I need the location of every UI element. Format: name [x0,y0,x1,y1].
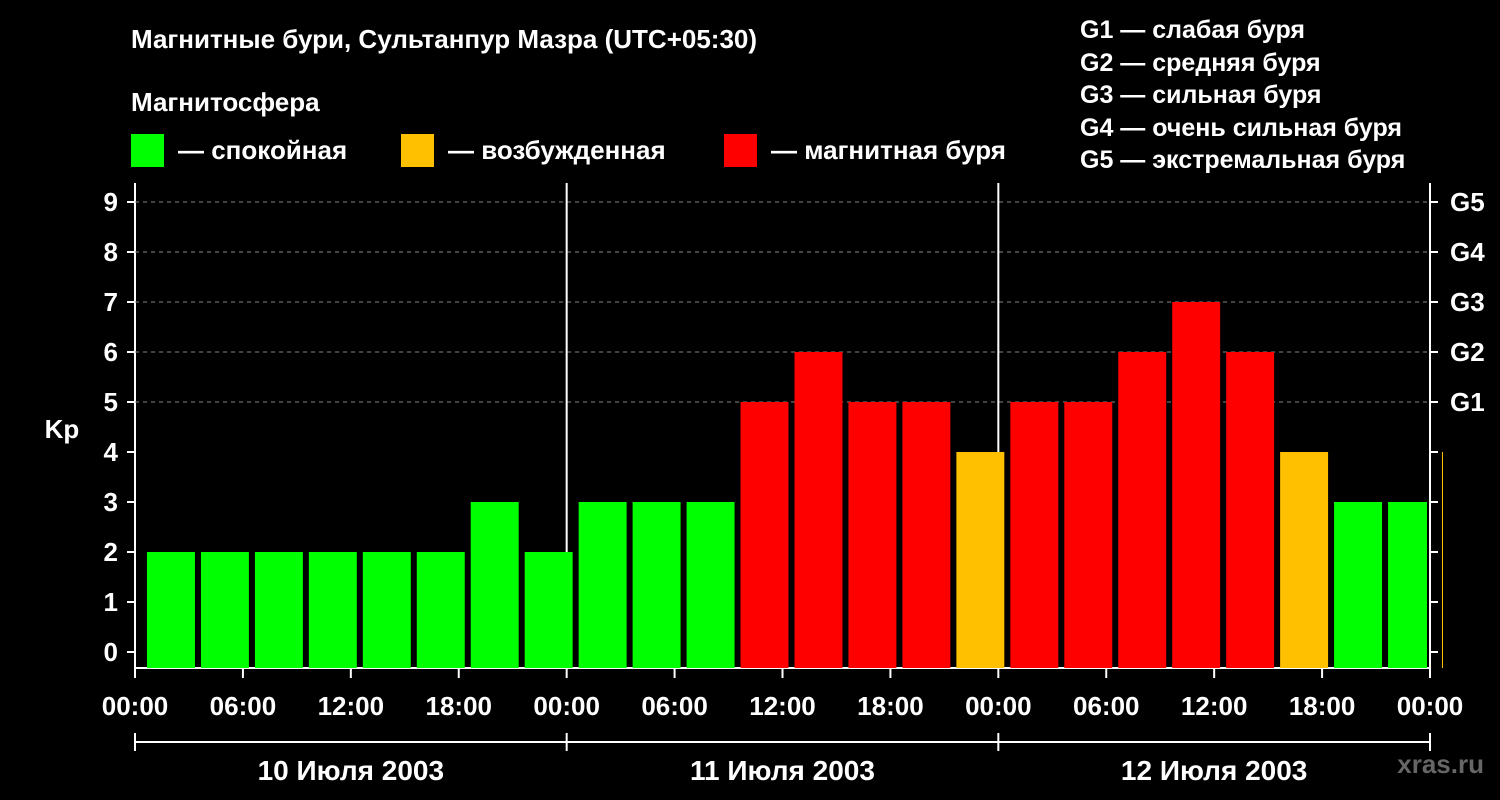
day-label: 11 Июля 2003 [690,755,875,786]
kp-bar [1388,502,1427,668]
g-tick-label: G2 [1450,337,1485,367]
y-axis-label: Kp [45,414,80,444]
kp-bar [1441,452,1443,668]
x-tick-label: 00:00 [1397,691,1464,721]
kp-bar [686,502,735,668]
y-tick-label: 0 [104,637,118,667]
kp-bar [848,402,897,668]
kp-bar [308,552,357,668]
kp-bar [632,502,681,668]
day-label: 12 Июля 2003 [1121,755,1307,786]
x-tick-label: 06:00 [210,691,277,721]
kp-bar [956,452,1005,668]
y-tick-label: 3 [104,487,118,517]
x-tick-label: 12:00 [1181,691,1248,721]
g-tick-label: G1 [1450,387,1485,417]
x-tick-label: 18:00 [1289,691,1356,721]
day-label: 10 Июля 2003 [258,755,444,786]
kp-bar [416,552,465,668]
kp-bar [1280,452,1329,668]
y-tick-label: 1 [104,587,118,617]
x-tick-label: 00:00 [965,691,1032,721]
y-tick-label: 7 [104,287,118,317]
y-tick-label: 5 [104,387,118,417]
g-tick-label: G3 [1450,287,1485,317]
x-tick-label: 18:00 [426,691,493,721]
x-tick-label: 18:00 [857,691,924,721]
kp-bar [1010,402,1059,668]
kp-bar [362,552,411,668]
y-tick-label: 9 [104,187,118,217]
kp-bar [254,552,303,668]
g-tick-label: G4 [1450,237,1485,267]
kp-bar [794,352,843,668]
kp-bar [902,402,951,668]
kp-bar [146,552,195,668]
y-tick-label: 2 [104,537,118,567]
y-tick-label: 8 [104,237,118,267]
kp-chart: 0 1 2 3 4 5 6 7 8 9 G1 G2 G3 G4 G5 Kp 00:00 06:00 12:00 18:… [45,183,1485,786]
kp-bar [1334,502,1383,668]
kp-bar [1118,352,1167,668]
kp-bar [740,402,789,668]
y-tick-label: 4 [104,437,119,467]
kp-bar [1064,402,1113,668]
kp-bar [578,502,627,668]
x-tick-label: 12:00 [318,691,385,721]
kp-bar [524,552,573,668]
kp-bar [200,552,249,668]
y-tick-label: 6 [104,337,118,367]
x-tick-label: 06:00 [641,691,708,721]
watermark: xras.ru [1397,749,1484,779]
x-tick-label: 06:00 [1073,691,1140,721]
kp-bar [1226,352,1275,668]
x-tick-label: 00:00 [102,691,169,721]
kp-bar [470,502,519,668]
kp-bar [1172,302,1221,668]
x-tick-label: 12:00 [749,691,816,721]
x-tick-label: 00:00 [533,691,600,721]
g-tick-label: G5 [1450,187,1485,217]
